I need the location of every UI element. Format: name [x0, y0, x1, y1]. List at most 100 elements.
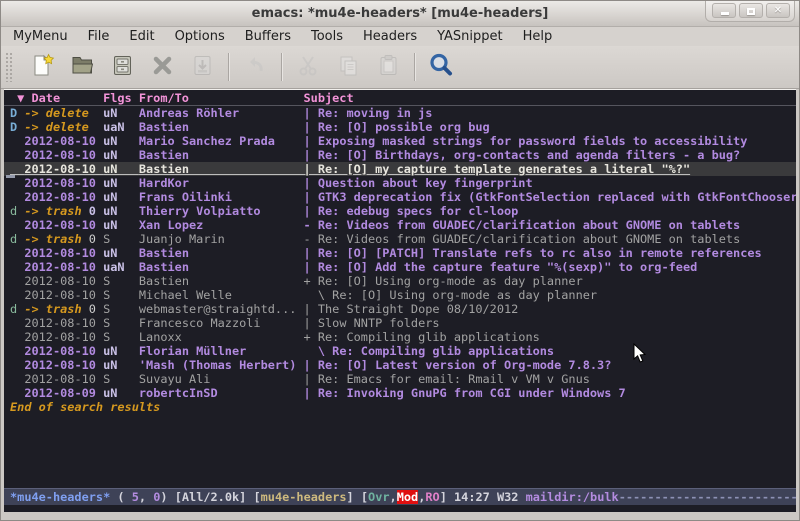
message-row[interactable]: 2012-08-10 uN Frans Oilinki | GTK3 depre… [4, 190, 796, 204]
mode-line-segment: , [390, 490, 397, 504]
mode-line-segment: [All/2.0k] [175, 490, 254, 504]
toolbar [1, 46, 799, 89]
copy-button [328, 49, 368, 85]
menu-item-buffers[interactable]: Buffers [235, 27, 301, 46]
cut-button [288, 49, 328, 85]
mode-line-segment: [ [361, 490, 368, 504]
message-row[interactable]: 2012-08-10 uN Bastien | Re: [O] my captu… [4, 162, 796, 176]
close-icon: ✕ [774, 6, 782, 16]
message-row[interactable]: D -> delete uaN Bastien | Re: [O] possib… [4, 120, 796, 134]
mode-line-segment: Ovr [368, 490, 389, 504]
paste-button [368, 49, 408, 85]
open-folder-icon [69, 52, 96, 83]
message-row[interactable]: d -> trash 0 S webmaster@straightd... | … [4, 302, 796, 316]
message-row[interactable]: 2012-08-10 S Lanoxx + Re: Compiling glib… [4, 330, 796, 344]
message-row[interactable]: 2012-08-10 uN 'Mash (Thomas Herbert) | R… [4, 358, 796, 372]
echo-area[interactable] [4, 505, 796, 512]
mode-line[interactable]: *mu4e-headers* ( 5, 0) [All/2.0k] [mu4e-… [4, 488, 796, 505]
message-row[interactable]: 2012-08-10 S Francesco Mazzoli | Slow NN… [4, 316, 796, 330]
message-row[interactable]: 2012-08-10 uN Mario Sanchez Prada | Expo… [4, 134, 796, 148]
text-cursor [6, 175, 15, 178]
close-button[interactable] [142, 49, 182, 85]
new-file-icon [29, 52, 56, 83]
message-row-text: 2012-08-10 uaN Bastien | Re: [O] Add the… [10, 260, 697, 274]
mode-line-segment: 5 [132, 490, 139, 504]
header-line[interactable]: ▼ Date Flgs From/To Subject [4, 90, 796, 106]
toolbar-drag-handle[interactable] [5, 52, 14, 82]
open-folder-button[interactable] [62, 49, 102, 85]
message-row-text: 2012-08-10 uN Frans Oilinki | GTK3 depre… [10, 190, 796, 204]
message-row-text: 2012-08-10 uN Bastien | Re: [O] Birthday… [10, 148, 740, 162]
mode-line-segment: ] [347, 490, 361, 504]
message-row[interactable]: 2012-08-10 uN Florian Müllner \ Re: Comp… [4, 344, 796, 358]
end-of-results: End of search results [4, 400, 796, 414]
message-row-text: 2012-08-09 uN robertcInSD | Re: Invoking… [10, 386, 626, 400]
message-list: D -> delete uN Andreas Röhler | Re: movi… [4, 106, 796, 400]
message-row-text: 2012-08-10 uN Bastien | Re: [O] [PATCH] … [10, 246, 762, 260]
headers-buffer: ▼ Date Flgs From/To Subject D -> delete … [4, 89, 796, 488]
message-row-text: d -> trash 0 uN Thierry Volpiatto | Re: … [10, 204, 518, 218]
message-row[interactable]: 2012-08-09 uN robertcInSD | Re: Invoking… [4, 386, 796, 400]
paste-icon [375, 52, 402, 83]
message-row-text: 2012-08-10 uN HardKor | Question about k… [10, 176, 533, 190]
menu-item-help[interactable]: Help [513, 27, 563, 46]
message-row-text: 2012-08-10 S Suvayu Ali | Re: Emacs for … [10, 372, 590, 386]
menu-item-yasnippet[interactable]: YASnippet [427, 27, 513, 46]
mode-line-segment: ---------------------------------------- [619, 490, 796, 504]
toolbar-separator [281, 53, 282, 81]
message-row-text: D -> delete uN Andreas Röhler | Re: movi… [10, 106, 432, 120]
message-row-text: 2012-08-10 S Francesco Mazzoli | Slow NN… [10, 316, 440, 330]
mode-line-segment: *mu4e-headers* [10, 490, 110, 504]
message-row-text: 2012-08-10 S Lanoxx + Re: Compiling glib… [10, 330, 540, 344]
frame-body: ▼ Date Flgs From/To Subject D -> delete … [1, 89, 799, 518]
undo-icon [242, 52, 269, 83]
message-row-text: d -> trash 0 S Juanjo Marin - Re: Videos… [10, 232, 740, 246]
minimize-button[interactable] [712, 3, 736, 18]
menu-item-mymenu[interactable]: MyMenu [3, 27, 78, 46]
save-as-icon [189, 52, 216, 83]
emacs-window: emacs: *mu4e-headers* [mu4e-headers] ✕ M… [0, 0, 800, 521]
message-row-text: 2012-08-10 uN 'Mash (Thomas Herbert) | R… [10, 358, 611, 372]
message-row[interactable]: 2012-08-10 S Michael Welle \ Re: [O] Usi… [4, 288, 796, 302]
mode-line-segment: 14:27 W32 [454, 490, 526, 504]
menu-item-headers[interactable]: Headers [353, 27, 427, 46]
message-row[interactable]: 2012-08-10 uN HardKor | Question about k… [4, 176, 796, 190]
window-buttons: ✕ [705, 1, 795, 22]
undo-button [235, 49, 275, 85]
menu-bar: MyMenuFileEditOptionsBuffersToolsHeaders… [1, 27, 799, 46]
maximize-icon [747, 8, 755, 15]
message-row-text: 2012-08-10 uN Xan Lopez - Re: Videos fro… [10, 218, 740, 232]
mode-line-segment: , [139, 490, 153, 504]
message-row[interactable]: 2012-08-10 S Bastien + Re: [O] Using org… [4, 274, 796, 288]
save-icon [109, 52, 136, 83]
message-row[interactable]: 2012-08-10 S Suvayu Ali | Re: Emacs for … [4, 372, 796, 386]
menu-item-options[interactable]: Options [165, 27, 235, 46]
message-row-text: D -> delete uaN Bastien | Re: [O] possib… [10, 120, 490, 134]
message-row[interactable]: D -> delete uN Andreas Röhler | Re: movi… [4, 106, 796, 120]
mode-line-segment: ] [440, 490, 454, 504]
toolbar-separator [414, 53, 415, 81]
message-row[interactable]: 2012-08-10 uaN Bastien | Re: [O] Add the… [4, 260, 796, 274]
search-button[interactable] [421, 49, 461, 85]
message-row[interactable]: 2012-08-10 uN Bastien | Re: [O] [PATCH] … [4, 246, 796, 260]
menu-item-file[interactable]: File [78, 27, 120, 46]
mode-line-segment: maildir:/bulk [526, 490, 619, 504]
menu-item-edit[interactable]: Edit [119, 27, 164, 46]
message-row[interactable]: d -> trash 0 S Juanjo Marin - Re: Videos… [4, 232, 796, 246]
menu-item-tools[interactable]: Tools [301, 27, 353, 46]
mode-line-segment: ( [110, 490, 131, 504]
window-title: emacs: *mu4e-headers* [mu4e-headers] [1, 1, 799, 26]
toolbar-separator [228, 53, 229, 81]
message-row[interactable]: 2012-08-10 uN Bastien | Re: [O] Birthday… [4, 148, 796, 162]
search-icon [427, 51, 455, 83]
mode-line-segment: ) [160, 490, 174, 504]
cut-icon [295, 52, 322, 83]
message-row[interactable]: 2012-08-10 uN Xan Lopez - Re: Videos fro… [4, 218, 796, 232]
title-bar[interactable]: emacs: *mu4e-headers* [mu4e-headers] ✕ [1, 1, 799, 27]
save-button[interactable] [102, 49, 142, 85]
message-row[interactable]: d -> trash 0 uN Thierry Volpiatto | Re: … [4, 204, 796, 218]
close-button[interactable]: ✕ [766, 3, 790, 18]
maximize-button[interactable] [739, 3, 763, 18]
new-file-button[interactable] [22, 49, 62, 85]
mode-line-segment: [ [253, 490, 260, 504]
